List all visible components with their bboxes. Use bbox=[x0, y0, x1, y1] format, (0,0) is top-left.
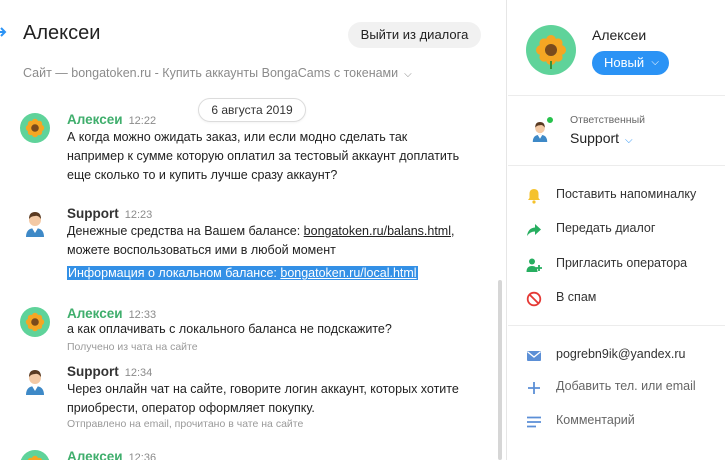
action-label: Комментарий bbox=[556, 413, 635, 427]
author-name: Support bbox=[67, 364, 119, 379]
add-user-icon bbox=[526, 258, 542, 272]
delivery-note: Отправлено на email, прочитано в чате на… bbox=[67, 418, 304, 430]
app-root: Алексеи Выйти из диалога Сайт — bongatok… bbox=[0, 0, 725, 460]
plus-icon bbox=[528, 382, 540, 394]
action-label: Поставить напоминалку bbox=[556, 187, 697, 201]
support-avatar-icon bbox=[20, 207, 50, 237]
author-name: Алексеи bbox=[67, 449, 123, 460]
support-avatar-icon bbox=[20, 365, 50, 395]
sunflower-avatar-icon bbox=[20, 307, 50, 337]
back-arrow-icon[interactable] bbox=[0, 25, 8, 39]
contact-info-panel: Алексеи Новый ⌵ Ответственный Support ⌵ П… bbox=[508, 0, 725, 460]
message-line: А когда можно ожидать заказ, или если мо… bbox=[67, 130, 408, 144]
message-text-segment: Информация о локальном балансе: bbox=[68, 266, 281, 280]
mail-icon bbox=[527, 351, 541, 361]
sunflower-avatar-icon bbox=[20, 113, 50, 143]
message-header: Support 12:34 bbox=[67, 363, 152, 381]
contact-title: Алексеи bbox=[23, 22, 101, 44]
set-reminder-button[interactable]: Поставить напоминалку bbox=[526, 186, 725, 206]
block-icon bbox=[526, 291, 542, 307]
email-contact-item[interactable]: pogrebn9ik@yandex.ru bbox=[526, 346, 725, 366]
message-line: а как оплачивать с локального баланса не… bbox=[67, 322, 392, 336]
author-name: Алексеи bbox=[67, 112, 123, 127]
responsible-dropdown[interactable]: Support ⌵ bbox=[570, 130, 633, 146]
add-contact-button[interactable]: Добавить тел. или email bbox=[526, 378, 725, 398]
selected-text: Информация о локальном балансе: bongatok… bbox=[67, 266, 418, 280]
message-text: а как оплачивать с локального баланса не… bbox=[67, 320, 392, 339]
chevron-down-icon: ⌵ bbox=[404, 69, 412, 80]
message-header: Алексеи 12:22 bbox=[67, 111, 156, 129]
message-text-segment: , bbox=[451, 224, 455, 238]
balance-link[interactable]: bongatoken.ru/balans.html bbox=[304, 224, 451, 238]
chat-scrollbar[interactable] bbox=[498, 280, 502, 460]
message-time: 12:34 bbox=[124, 367, 153, 379]
responsible-label: Ответственный bbox=[570, 114, 645, 126]
contact-name: Алексеи bbox=[592, 27, 647, 43]
bell-icon bbox=[528, 189, 540, 204]
message-header: Support 12:23 bbox=[67, 205, 152, 223]
message-text: Через онлайн чат на сайте, говорите логи… bbox=[67, 380, 459, 418]
message-time: 12:22 bbox=[128, 115, 157, 127]
message-line: например к сумме которую оплатил за тест… bbox=[67, 149, 460, 163]
message-text: Денежные средства на Вашем балансе: bong… bbox=[67, 222, 454, 283]
responsible-value: Support bbox=[570, 130, 620, 146]
message-line: можете воспользоваться ими в любой момен… bbox=[67, 243, 336, 257]
mark-spam-button[interactable]: В спам bbox=[526, 289, 725, 309]
chevron-down-icon: ⌵ bbox=[625, 135, 633, 146]
message-line-highlighted: Информация о локальном балансе: bongatok… bbox=[67, 264, 454, 283]
message-header: Алексеи 12:36 bbox=[67, 448, 156, 460]
message-line: еще сколько то и купить лучше сразу акка… bbox=[67, 168, 338, 182]
sunflower-avatar-icon bbox=[20, 450, 50, 460]
local-balance-link[interactable]: bongatoken.ru/local.html bbox=[280, 266, 416, 280]
chat-panel: Алексеи Выйти из диалога Сайт — bongatok… bbox=[0, 0, 507, 460]
email-value: pogrebn9ik@yandex.ru bbox=[556, 347, 686, 361]
transfer-dialog-button[interactable]: Передать диалог bbox=[526, 220, 725, 240]
status-dropdown[interactable]: Новый ⌵ bbox=[592, 51, 669, 75]
forward-arrow-icon bbox=[527, 224, 541, 236]
divider bbox=[508, 325, 725, 326]
message-time: 12:23 bbox=[124, 209, 153, 221]
action-label: В спам bbox=[556, 290, 597, 304]
author-name: Support bbox=[67, 206, 119, 221]
divider bbox=[508, 95, 725, 96]
date-divider: 6 августа 2019 bbox=[198, 98, 306, 122]
sunflower-avatar-icon bbox=[526, 25, 576, 75]
comment-lines-icon bbox=[527, 416, 541, 428]
invite-operator-button[interactable]: Пригласить оператора bbox=[526, 255, 725, 275]
author-name: Алексеи bbox=[67, 306, 123, 321]
action-label: Передать диалог bbox=[556, 221, 656, 235]
divider bbox=[508, 165, 725, 166]
message-line: приобрести, оператор оформляет покупку. bbox=[67, 401, 315, 415]
message-time: 12:36 bbox=[128, 452, 157, 460]
site-source-text: Сайт — bongatoken.ru - Купить аккаунты B… bbox=[23, 66, 399, 80]
action-label: Пригласить оператора bbox=[556, 256, 688, 270]
message-text-segment: Денежные средства на Вашем балансе: bbox=[67, 224, 304, 238]
action-label: Добавить тел. или email bbox=[556, 379, 696, 393]
message-line: Денежные средства на Вашем балансе: bong… bbox=[67, 222, 454, 241]
online-status-icon bbox=[546, 116, 554, 124]
message-text: А когда можно ожидать заказ, или если мо… bbox=[67, 128, 459, 185]
delivery-note: Получено из чата на сайте bbox=[67, 341, 198, 353]
chevron-down-icon: ⌵ bbox=[651, 57, 659, 68]
site-source-line[interactable]: Сайт — bongatoken.ru - Купить аккаунты B… bbox=[23, 66, 412, 80]
status-label: Новый bbox=[604, 55, 645, 70]
message-line: Через онлайн чат на сайте, говорите логи… bbox=[67, 382, 459, 396]
comment-button[interactable]: Комментарий bbox=[526, 412, 725, 432]
leave-dialog-button[interactable]: Выйти из диалога bbox=[348, 22, 481, 48]
